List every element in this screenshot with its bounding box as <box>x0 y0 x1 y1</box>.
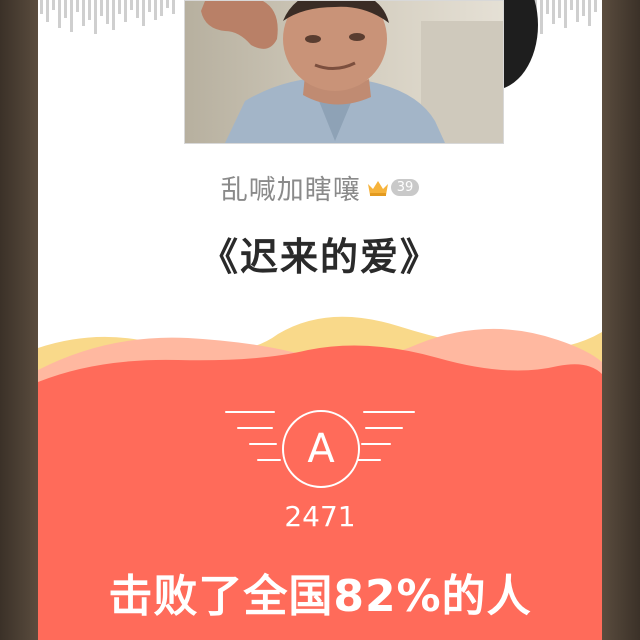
song-title: 《迟来的爱》 <box>199 235 440 279</box>
background-right <box>602 0 640 640</box>
score-panel: A 2471 击败了全国82%的人 <box>38 310 602 640</box>
username[interactable]: 乱喊加瞎嚷 <box>221 168 361 207</box>
result-card: 乱喊加瞎嚷 39 《迟来的爱》 A 2471 击败了全国82%的人 <box>38 0 602 640</box>
crown-icon <box>367 179 389 197</box>
singer-photo <box>185 1 503 143</box>
beat-percentage-text: 击败了全国82%的人 <box>108 571 532 622</box>
user-info-row: 乱喊加瞎嚷 39 <box>38 168 602 207</box>
grade-badge: A <box>282 410 360 488</box>
score-value: 2471 <box>284 500 356 533</box>
background-left <box>0 0 38 640</box>
level-badge: 39 <box>390 179 420 196</box>
album-cover <box>184 0 504 144</box>
